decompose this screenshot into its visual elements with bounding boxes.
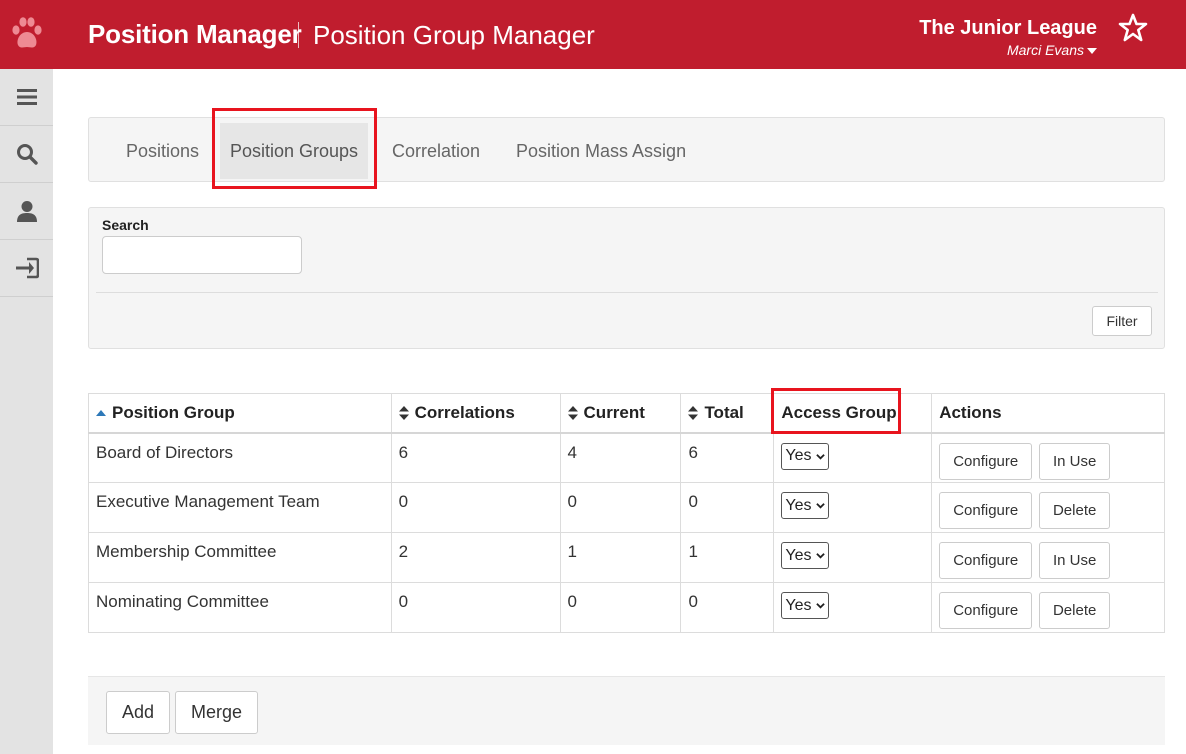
sidebar-logout-button[interactable] <box>0 240 53 297</box>
table-header-row: Position Group Correlations Current Tota… <box>88 393 1165 434</box>
access-group-select[interactable]: Yes <box>781 492 830 519</box>
select-value: Yes <box>785 546 812 564</box>
chevron-down-icon <box>816 553 826 559</box>
filter-button[interactable]: Filter <box>1092 306 1152 336</box>
chevron-down-icon <box>816 603 826 609</box>
paw-logo-icon[interactable] <box>10 14 44 54</box>
delete-button[interactable]: Delete <box>1038 492 1111 529</box>
search-label: Search <box>102 217 149 233</box>
cell-actions: Configure Delete <box>931 582 1165 633</box>
table-row: Membership Committee 2 1 1 Yes Configure… <box>88 532 1165 583</box>
in-use-button[interactable]: In Use <box>1038 542 1111 579</box>
table-row: Board of Directors 6 4 6 Yes Configure I… <box>88 432 1165 483</box>
highlight-box-access-group <box>771 388 901 434</box>
column-label: Current <box>583 402 645 422</box>
org-name: The Junior League <box>919 17 1097 39</box>
cell-current-link[interactable]: 0 <box>559 482 682 533</box>
column-header-actions: Actions <box>931 393 1165 434</box>
select-value: Yes <box>785 496 812 514</box>
tab-correlation[interactable]: Correlation <box>392 118 480 183</box>
cell-position-group: Nominating Committee <box>88 582 392 633</box>
add-button[interactable]: Add <box>106 691 171 734</box>
access-group-select[interactable]: Yes <box>781 592 830 619</box>
menu-icon <box>16 89 37 105</box>
column-header-total[interactable]: Total <box>680 393 775 434</box>
top-header: Position Manager Position Group Manager … <box>0 0 1186 69</box>
cell-position-group: Board of Directors <box>88 432 392 483</box>
cell-actions: Configure In Use <box>931 532 1165 583</box>
access-group-select[interactable]: Yes <box>781 542 830 569</box>
configure-button[interactable]: Configure <box>939 592 1033 629</box>
merge-button[interactable]: Merge <box>175 691 259 734</box>
configure-button[interactable]: Configure <box>939 492 1033 529</box>
footer-actions: Add Merge <box>88 676 1165 745</box>
cell-position-group: Membership Committee <box>88 532 392 583</box>
cell-actions: Configure Delete <box>931 482 1165 533</box>
sidebar <box>0 69 53 754</box>
search-panel: Search Filter <box>88 207 1165 349</box>
column-label: Correlations <box>414 402 515 422</box>
sort-icon <box>567 406 578 421</box>
access-group-select[interactable]: Yes <box>781 442 830 470</box>
configure-button[interactable]: Configure <box>939 442 1033 480</box>
logout-icon <box>15 257 39 279</box>
sidebar-search-button[interactable] <box>0 126 53 183</box>
cell-access-group: Yes <box>773 532 933 583</box>
cell-current-link[interactable]: 0 <box>559 582 682 633</box>
position-group-table: Position Group Correlations Current Tota… <box>88 393 1165 633</box>
column-header-current[interactable]: Current <box>559 393 682 434</box>
sort-icon <box>398 406 409 421</box>
chevron-down-icon <box>816 503 826 509</box>
cell-position-group: Executive Management Team <box>88 482 392 533</box>
search-input[interactable] <box>102 236 302 274</box>
column-header-position-group[interactable]: Position Group <box>88 393 392 434</box>
cell-current-link[interactable]: 1 <box>559 532 682 583</box>
in-use-button[interactable]: In Use <box>1038 442 1111 480</box>
sidebar-menu-button[interactable] <box>0 69 53 126</box>
caret-down-icon <box>1087 48 1097 55</box>
cell-access-group: Yes <box>773 482 933 533</box>
star-icon[interactable] <box>1118 13 1148 43</box>
column-header-correlations[interactable]: Correlations <box>390 393 561 434</box>
cell-correlations-link[interactable]: 6 <box>390 432 561 483</box>
divider <box>96 292 1158 293</box>
cell-total-link[interactable]: 1 <box>680 532 775 583</box>
select-value: Yes <box>785 596 812 614</box>
tab-positions[interactable]: Positions <box>126 118 199 183</box>
table-row: Executive Management Team 0 0 0 Yes Conf… <box>88 482 1165 533</box>
user-name: Marci Evans <box>1006 42 1084 58</box>
cell-correlations-link[interactable]: 0 <box>390 482 561 533</box>
cell-access-group: Yes <box>773 582 933 633</box>
cell-total-link[interactable]: 6 <box>680 432 775 483</box>
app-title: Position Manager <box>88 19 302 49</box>
column-label: Total <box>704 402 744 422</box>
user-icon <box>16 201 37 222</box>
configure-button[interactable]: Configure <box>939 542 1033 579</box>
column-label: Position Group <box>112 402 235 422</box>
user-menu[interactable]: Marci Evans <box>1007 42 1097 58</box>
sort-icon <box>688 406 699 421</box>
page-title: Position Group Manager <box>313 20 595 50</box>
cell-actions: Configure In Use <box>931 432 1165 483</box>
chevron-down-icon <box>816 453 826 460</box>
tab-position-mass-assign[interactable]: Position Mass Assign <box>516 118 686 183</box>
cell-total-link[interactable]: 0 <box>680 582 775 633</box>
cell-total-link[interactable]: 0 <box>680 482 775 533</box>
select-value: Yes <box>785 447 812 464</box>
sort-asc-icon <box>96 410 106 417</box>
search-icon <box>16 144 38 165</box>
highlight-box-tab <box>212 108 377 189</box>
cell-current-link[interactable]: 4 <box>559 432 682 483</box>
sidebar-user-button[interactable] <box>0 183 53 240</box>
cell-correlations-link[interactable]: 0 <box>390 582 561 633</box>
cell-correlations-link[interactable]: 2 <box>390 532 561 583</box>
table-row: Nominating Committee 0 0 0 Yes Configure… <box>88 582 1165 633</box>
delete-button[interactable]: Delete <box>1038 592 1111 629</box>
cell-access-group: Yes <box>773 432 933 483</box>
title-separator <box>298 22 299 48</box>
